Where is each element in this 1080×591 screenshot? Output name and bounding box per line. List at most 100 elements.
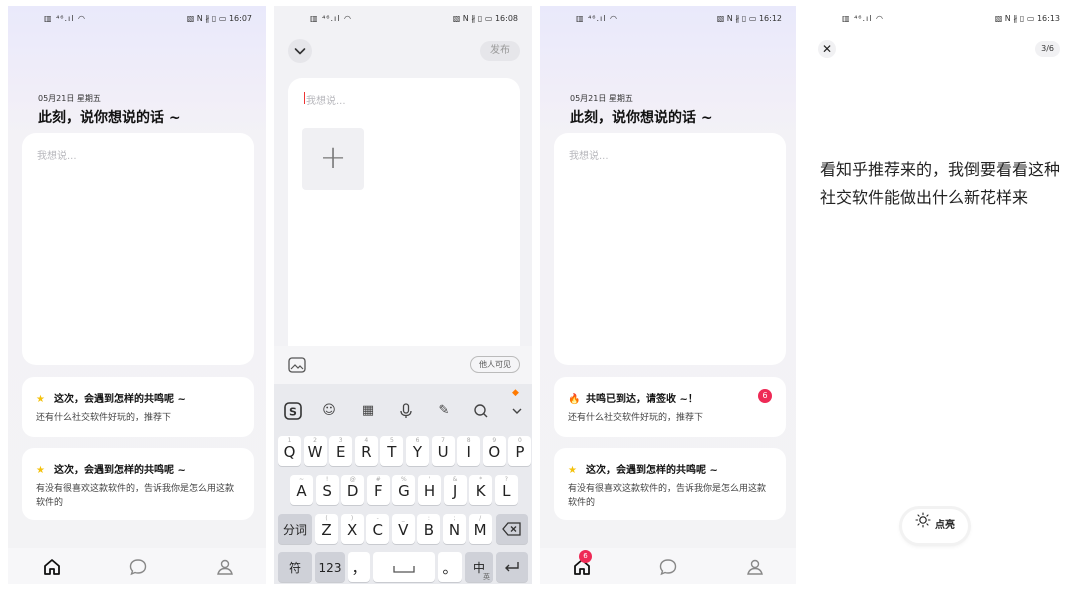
key-label: Y [412,443,423,461]
keyboard-skin-icon[interactable]: ◆ [512,388,524,398]
status-time: 16:08 [494,14,518,23]
key-q[interactable]: 1Q [278,436,301,466]
key-t[interactable]: 5T [380,436,404,466]
key-label: V [398,521,409,539]
key-secondary-label: 4 [364,437,369,444]
key-e[interactable]: 3E [329,436,353,466]
key-y[interactable]: 6Y [406,436,429,466]
keyboard-icon[interactable]: ▦ [357,400,379,422]
add-image-button[interactable]: + [302,128,364,190]
key-g[interactable]: % G [392,475,416,505]
resonance-card[interactable]: ★ 这次，会遇到怎样的共鸣呢 ~ 有没有很喜欢这款软件的，告诉我你是怎么用这款软件… [22,448,254,520]
key-x[interactable]: ) X [340,514,364,544]
key-label: ， [351,559,367,577]
close-button[interactable]: ✕ [818,40,836,58]
date-label: 05月21日 星期五 [570,94,633,103]
image-icon[interactable] [288,357,306,373]
key-secondary-label: - [376,515,379,522]
key-n[interactable]: ; N [443,514,466,544]
key-c[interactable]: -C [366,514,390,544]
sun-icon [915,509,931,543]
resonance-card[interactable]: ★ 这次，会遇到怎样的共鸣呢 ~ 有没有很喜欢这款软件的，告诉我你是怎么用这款软件… [554,448,786,520]
key-i[interactable]: 8I [457,436,481,466]
emoji-icon[interactable]: ☺ [318,400,340,422]
text-input-card[interactable]: 我想说... [22,133,254,365]
key-o[interactable]: 9O [482,436,506,466]
key-secondary-label: # [375,476,381,483]
key-secondary-label: ! [325,476,329,483]
received-card[interactable]: 🔥 共鸣已到达，请签收 ~！ 6 还有什么社交软件好玩的，推荐下 [554,377,786,437]
key-d[interactable]: @ D [341,475,365,505]
chevron-down-icon [294,48,306,55]
keyboard-toolbar: S ☺ ▦ ✎ [274,400,532,424]
keyboard: ◆ S ☺ ▦ ✎ 1 Q 2 W 3 E 4 R 5 T 6 Y 7 U 8 I 9 O 0 P ~ A! S @ D # F% G… [274,384,532,584]
key-label: C [372,521,383,539]
publish-button[interactable]: 发布 [480,41,520,61]
symbol-key[interactable]: 符 [278,552,312,582]
profile-icon[interactable] [744,556,766,578]
key-p[interactable]: 0P [508,436,532,466]
visibility-toggle[interactable]: 他人可见 [470,356,520,373]
status-time: 16:12 [758,14,782,23]
key-j[interactable]: & J [443,475,467,505]
chevron-down-icon[interactable] [506,400,528,422]
key-r[interactable]: 4R [354,436,378,466]
period-key[interactable]: 。 [438,552,462,582]
microphone-icon[interactable] [395,400,417,422]
post-text: 看知乎推荐来的，我倒要看看这种社交软件能做出什么新花样来 [820,160,1061,207]
key-u[interactable]: 7U [431,436,455,466]
key-secondary-label: ( [325,515,328,522]
search-icon[interactable] [470,400,492,422]
key-f[interactable]: # F [366,475,390,505]
key-secondary-label: % [401,476,407,483]
backspace-key[interactable] [496,514,528,544]
key-l[interactable]: ? L [494,475,518,505]
key-a[interactable]: ~ A [290,475,313,505]
key-w[interactable]: 2W [303,436,327,466]
segment-key[interactable]: 分词 [278,514,312,544]
status-signal: ▥ ⁴⁶.ıl ◠ [310,14,353,23]
space-icon [393,566,415,573]
key-secondary-label: ' [428,476,431,483]
enter-key[interactable] [496,552,528,582]
card-text: 有没有很喜欢这款软件的，告诉我你是怎么用这款软件的 [36,484,235,508]
status-icons: ▧ N ∦ ▯ ▭ [994,14,1035,23]
sogou-logo-icon[interactable]: S [282,400,304,422]
key-label: O [488,443,501,461]
comma-key[interactable]: ， [348,552,370,582]
key-k[interactable]: * K [469,475,493,505]
star-icon: ★ [36,465,45,476]
key-label: I [466,443,471,461]
key-secondary-label: / [479,515,482,522]
key-secondary-label: 3 [338,437,343,444]
language-switch-key[interactable]: 中英 [465,552,493,582]
key-m[interactable]: / M [468,514,492,544]
collapse-button[interactable] [288,39,312,63]
home-icon[interactable] [41,556,63,578]
key-label: P [515,443,525,461]
backspace-icon [502,522,521,536]
key-secondary-label: 1 [287,437,292,444]
text-input-card[interactable]: 我想说... [554,133,786,365]
key-s[interactable]: ! S [315,475,339,505]
number-key[interactable]: 123 [315,552,345,582]
key-b[interactable]: :B [417,514,441,544]
editor-toolbar: 他人可见 [274,346,532,384]
chat-icon[interactable] [127,556,149,578]
key-h[interactable]: ' H [418,475,441,505]
card-text: 还有什么社交软件好玩的，推荐下 [568,413,704,423]
resonance-card[interactable]: ★ 这次，会遇到怎样的共鸣呢 ~ 还有什么社交软件好玩的，推荐下 [22,377,254,437]
page-title: 此刻，说你想说的话 ~ [570,110,713,126]
key-secondary-label: * [479,476,483,483]
light-up-button[interactable]: 点亮 [902,509,968,543]
key-z[interactable]: (Z [315,514,338,544]
card-title: 这次，会遇到怎样的共鸣呢 ~ [54,465,186,476]
star-icon: ★ [568,465,577,476]
profile-icon[interactable] [214,556,236,578]
home-icon[interactable]: 6 [571,550,593,578]
text-editor[interactable]: 我想说... + [288,78,520,368]
key-v[interactable]: _ V [391,514,415,544]
handwriting-icon[interactable]: ✎ [433,400,455,422]
space-key[interactable] [373,552,435,582]
chat-icon[interactable] [657,556,679,578]
